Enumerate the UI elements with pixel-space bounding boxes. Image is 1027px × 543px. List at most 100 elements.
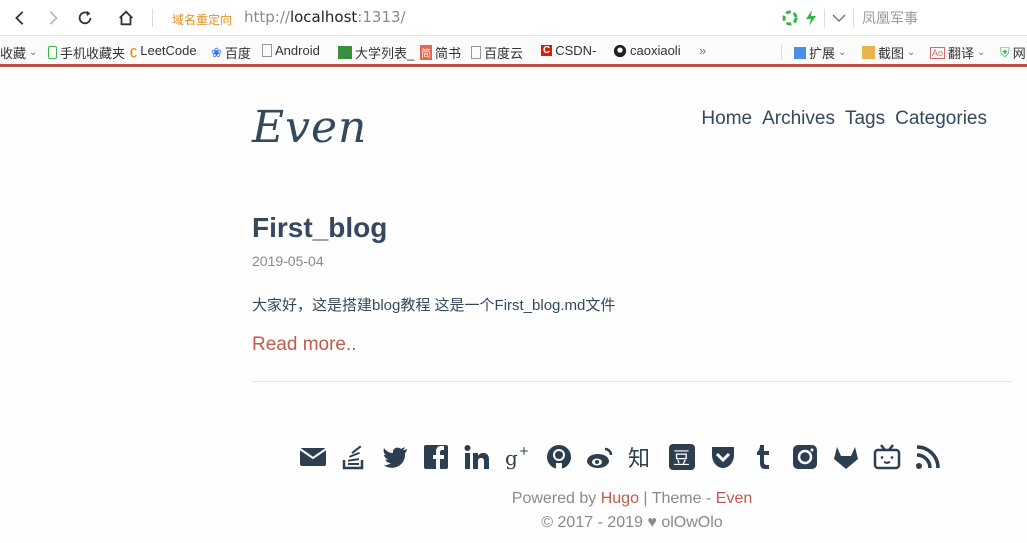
footer-powered-by: Powered by Hugo | Theme - Even <box>0 490 1027 508</box>
leetcode-icon: ʗ <box>130 43 138 58</box>
bookmark-extensions[interactable]: 扩展 ⌄ <box>794 43 846 62</box>
url-suffix: :1313/ <box>357 8 406 26</box>
weibo-icon[interactable] <box>585 442 614 471</box>
post-summary: 大家好，这是搭建blog教程 这是一个First_blog.md文件 <box>252 297 616 314</box>
bookmark-jianshu[interactable]: 简简书 <box>420 43 461 62</box>
powered-by-text: Powered by <box>511 490 597 507</box>
bookmark-label: 收藏 <box>0 46 27 61</box>
translate-icon: Ao <box>930 46 946 59</box>
shield-icon: ⛨ <box>1000 44 1010 60</box>
svg-text:g: g <box>505 446 518 470</box>
extension-icon <box>794 46 806 59</box>
bookmark-university[interactable]: 大学列表_ <box>338 43 414 62</box>
menu-item-categories[interactable]: Categories <box>895 108 987 130</box>
bookmark-leetcode[interactable]: ʗ LeetCode <box>130 43 197 58</box>
recycle-icon[interactable] <box>782 10 798 26</box>
chevron-down-icon: ⌄ <box>29 47 38 58</box>
site-logo[interactable]: Even <box>252 102 367 153</box>
main-menu: Home Archives Tags Categories <box>701 108 987 130</box>
read-more-link[interactable]: Read more.. <box>252 334 357 356</box>
page-icon <box>262 44 272 57</box>
blog-page: Even Home Archives Tags Categories First… <box>0 70 1027 543</box>
chevron-down-icon[interactable] <box>831 10 847 26</box>
bookmark-label: 百度云 <box>484 46 524 61</box>
svg-text:知: 知 <box>628 447 650 471</box>
forward-button[interactable] <box>41 6 65 30</box>
bookmark-label: 翻译 <box>948 46 975 61</box>
bilibili-icon[interactable] <box>872 442 901 471</box>
instagram-icon[interactable] <box>790 442 819 471</box>
bookmark-label: LeetCode <box>140 43 197 58</box>
pocket-icon[interactable] <box>708 442 737 471</box>
reload-button[interactable] <box>73 6 97 30</box>
url-host: localhost <box>289 8 358 26</box>
menu-item-tags[interactable]: Tags <box>845 108 885 130</box>
copyright-text: © 2017 - 2019 <box>541 514 643 531</box>
chevron-right-icon <box>49 11 58 25</box>
bookmark-label: Android <box>275 43 320 58</box>
bookmark-github[interactable]: caoxiaoli <box>613 43 681 58</box>
bookmark-favorites[interactable]: 收藏 ⌄ <box>0 43 37 62</box>
svg-text:+: + <box>519 444 529 458</box>
bookmark-screenshot[interactable]: 截图 ⌄ <box>862 43 915 62</box>
even-theme-link[interactable]: Even <box>716 490 752 507</box>
bookmark-label: 简书 <box>435 46 462 61</box>
csdn-icon: C <box>541 45 553 56</box>
menu-item-home[interactable]: Home <box>701 108 752 130</box>
bookmark-label: 扩展 <box>809 46 836 61</box>
bookmark-label: » <box>699 43 707 58</box>
bookmark-csdn[interactable]: C CSDN- <box>541 43 596 58</box>
baidu-icon: ❀ <box>211 44 222 60</box>
gitlab-icon[interactable] <box>831 442 860 471</box>
post-divider <box>252 381 1012 382</box>
github-icon[interactable] <box>544 442 573 471</box>
home-button[interactable] <box>114 6 138 30</box>
chevron-left-icon <box>15 11 24 25</box>
browser-toolbar: 域名重定向 http://localhost:1313/ 凤凰军事 <box>0 0 1027 36</box>
bookmark-mobile[interactable]: 手机收藏夹 <box>48 43 125 62</box>
phone-icon <box>48 46 57 59</box>
facebook-icon[interactable] <box>421 442 450 471</box>
reload-icon <box>78 10 92 25</box>
bookmark-label: 百度 <box>224 46 251 61</box>
book-icon <box>338 46 352 59</box>
douban-icon[interactable]: 豆 <box>667 442 696 471</box>
email-icon[interactable] <box>298 442 327 471</box>
bookmark-label: 网 <box>1012 46 1026 61</box>
rss-icon[interactable] <box>913 442 942 471</box>
bookmark-label: 手机收藏夹 <box>60 46 126 61</box>
bookmarks-overflow-button[interactable]: » <box>699 43 706 58</box>
bookmark-translate[interactable]: Ao 翻译 ⌄ <box>930 43 985 62</box>
bookmark-separator <box>781 44 782 60</box>
bookmark-label: 大学列表_ <box>355 46 415 61</box>
address-bar[interactable]: http://localhost:1313/ <box>244 8 406 26</box>
twitter-icon[interactable] <box>380 442 409 471</box>
back-button[interactable] <box>8 6 32 30</box>
stackoverflow-icon[interactable] <box>339 442 368 471</box>
post-date: 2019-05-04 <box>252 253 324 269</box>
bookmark-baidu[interactable]: ❀ 百度 <box>211 43 251 62</box>
bookmark-baiduyun[interactable]: 百度云 <box>471 43 523 62</box>
url-prefix: http:// <box>244 8 290 26</box>
chevron-down-icon: ⌄ <box>907 47 916 58</box>
address-bar-icons <box>782 9 854 27</box>
google-plus-icon[interactable]: g + <box>503 442 532 471</box>
bookmark-security[interactable]: ⛨ 网 <box>1000 43 1026 62</box>
zhihu-icon[interactable]: 知 <box>626 442 655 471</box>
tumblr-icon[interactable] <box>749 442 778 471</box>
theme-separator: | Theme - <box>643 490 712 507</box>
page-icon <box>471 46 481 59</box>
bookmark-android[interactable]: Android <box>262 43 320 58</box>
linkedin-icon[interactable] <box>462 442 491 471</box>
bookmark-label: caoxiaoli <box>630 43 681 58</box>
post-title[interactable]: First_blog <box>252 212 387 244</box>
github-icon <box>613 44 627 57</box>
hugo-link[interactable]: Hugo <box>601 490 639 507</box>
bookmarks-bar: 收藏 ⌄ 手机收藏夹 ʗ LeetCode ❀ 百度 Android 大学列表_ 简简… <box>0 37 1027 67</box>
menu-item-archives[interactable]: Archives <box>762 108 835 130</box>
search-input[interactable]: 凤凰军事 <box>862 8 918 28</box>
bookmark-label: 截图 <box>878 46 905 61</box>
screenshot-icon <box>862 46 875 59</box>
lightning-icon[interactable] <box>804 10 818 26</box>
bookmark-label: CSDN- <box>555 43 597 58</box>
